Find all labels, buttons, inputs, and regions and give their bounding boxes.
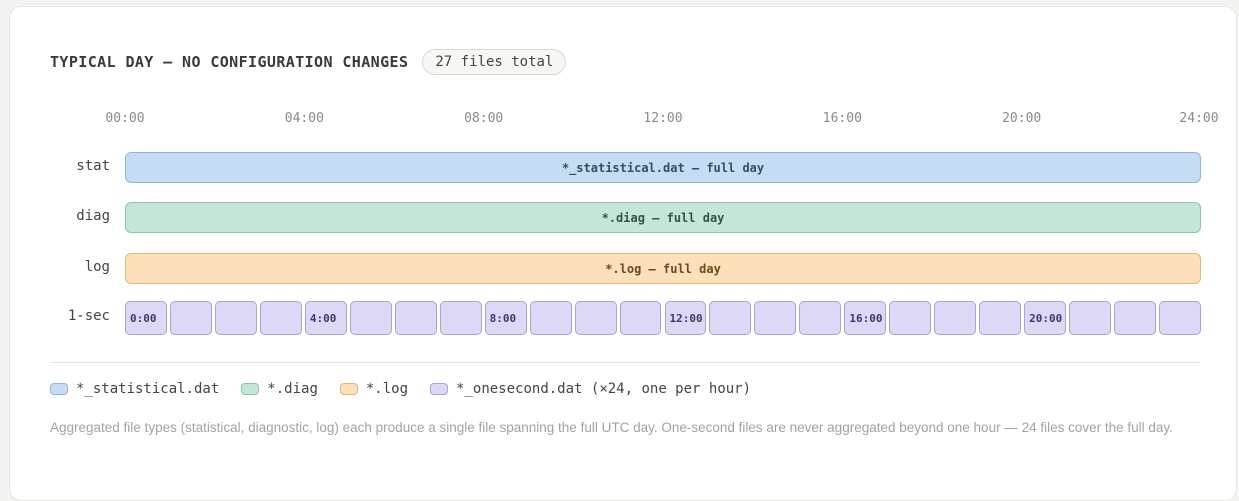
onesecond-segment [1114,301,1157,335]
onesecond-segment [574,301,617,335]
legend-swatch-onesecond [430,383,449,395]
files-total-badge: 27 files total [422,49,567,75]
onesecond-segment [394,301,437,335]
legend-swatch-statistical [50,383,68,395]
legend-label-statistical: *_statistical.dat [76,381,220,397]
legend-item-log: *.log [339,381,409,397]
footnote: Aggregated file types (statistical, diag… [50,420,1173,435]
time-tick: 20:00 [1002,111,1042,126]
onesecond-segment [439,301,482,335]
divider [50,362,1200,363]
row-label-log: log [84,259,110,275]
onesecond-segment [529,301,572,335]
onesecond-segment: 20:00 [1024,301,1067,335]
onesecond-segment [889,301,932,335]
card-header: TYPICAL DAY — NO CONFIGURATION CHANGES 2… [50,49,567,75]
onesecond-segments: 0:00 4:00 8:00 12:00 16:00 20:00 [125,301,1201,335]
onesecond-segment [979,301,1022,335]
legend: *_statistical.dat *.diag *.log *_oneseco… [50,381,773,397]
legend-swatch-log [339,383,358,395]
onesecond-segment [214,301,257,335]
time-tick: 24:00 [1179,111,1219,126]
row-label-diag: diag [76,208,110,224]
legend-label-onesecond: *_onesecond.dat (×24, one per hour) [456,381,752,397]
onesecond-segment [169,301,212,335]
onesecond-segment: 8:00 [484,301,527,335]
onesecond-segment [259,301,302,335]
onesecond-segment [349,301,392,335]
time-tick: 04:00 [284,111,324,126]
legend-item-statistical: *_statistical.dat [50,381,219,397]
onesecond-segment [934,301,977,335]
timeline-card: TYPICAL DAY — NO CONFIGURATION CHANGES 2… [9,6,1237,501]
bar-statistical: *_statistical.dat — full day [125,152,1201,183]
time-axis: 00:00 04:00 08:00 12:00 16:00 20:00 24:00 [10,111,1236,129]
onesecond-segment [619,301,662,335]
time-tick: 08:00 [464,111,504,126]
onesecond-segment: 12:00 [664,301,707,335]
onesecond-segment [1159,301,1201,335]
legend-item-diag: *.diag [241,381,318,397]
onesecond-segment: 16:00 [844,301,887,335]
legend-swatch-diag [241,383,260,395]
time-tick: 00:00 [105,111,145,126]
time-tick: 16:00 [822,111,862,126]
onesecond-segment [709,301,752,335]
card-title: TYPICAL DAY — NO CONFIGURATION CHANGES [50,53,409,71]
onesecond-segment: 0:00 [125,301,167,335]
onesecond-segment: 4:00 [304,301,347,335]
legend-item-onesecond: *_onesecond.dat (×24, one per hour) [430,381,751,397]
onesecond-segment [754,301,797,335]
bar-log: *.log — full day [125,253,1201,284]
legend-label-log: *.log [365,381,409,397]
legend-label-diag: *.diag [267,381,318,397]
row-label-stat: stat [76,158,110,174]
onesecond-segment [1069,301,1112,335]
onesecond-segment [799,301,842,335]
row-label-onesecond: 1-sec [67,308,110,324]
time-tick: 12:00 [643,111,683,126]
bar-diag: *.diag — full day [125,202,1201,233]
